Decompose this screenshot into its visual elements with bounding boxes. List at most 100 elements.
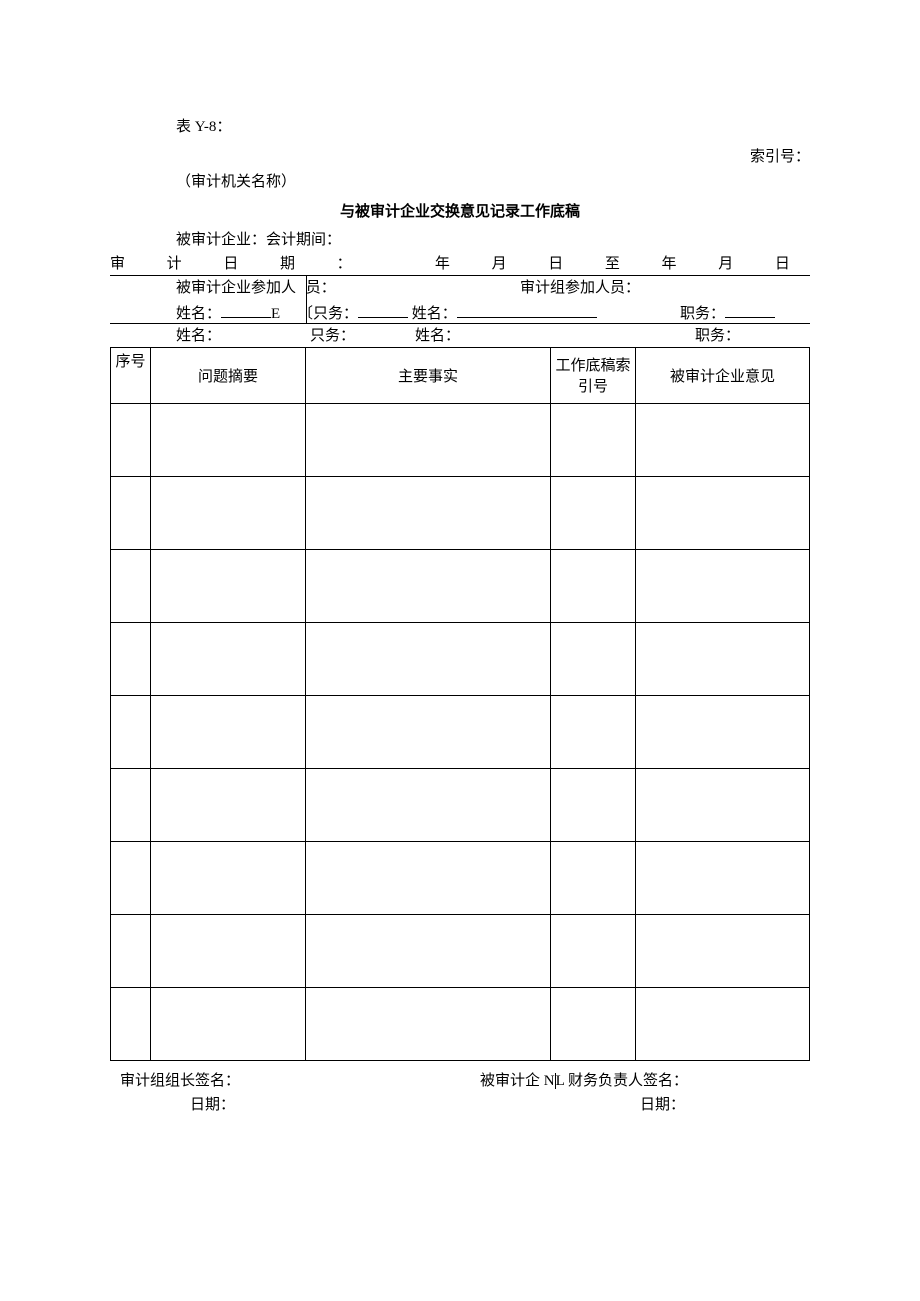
table-cell (111, 622, 151, 695)
table-cell (306, 841, 551, 914)
table-row (111, 695, 810, 768)
table-cell (151, 987, 306, 1060)
table-cell (306, 476, 551, 549)
table-cell (111, 987, 151, 1060)
table-cell (306, 622, 551, 695)
table-cell (551, 914, 636, 987)
audit-date-char: ： (337, 252, 352, 275)
duty-label: 只务： (310, 324, 355, 348)
name-label: 姓名： (415, 324, 460, 348)
audit-date-char: 至 (605, 252, 620, 275)
table-cell (111, 403, 151, 476)
table-cell (636, 841, 810, 914)
date-label-left: 日期： (190, 1093, 235, 1114)
meta-line-entity: 被审计企业：会计期间： (110, 228, 810, 252)
index-number-label: 索引号： (750, 145, 810, 166)
meta-block: 被审计企业：会计期间： 审 计 日 期 ： 年 月 日 至 年 月 日 被审计企… (110, 228, 810, 348)
audited-entity-label: 被审计企业： (176, 232, 266, 248)
table-row (111, 841, 810, 914)
table-cell (151, 476, 306, 549)
document-title: 与被审计企业交换意见记录工作底稿 (110, 200, 810, 221)
audit-team-participants-label: 审计组参加人员： (520, 276, 640, 300)
audit-date-char: 月 (718, 252, 733, 275)
audit-date-char: 月 (492, 252, 507, 275)
table-cell (151, 403, 306, 476)
table-cell (306, 403, 551, 476)
table-cell (636, 403, 810, 476)
table-cell (306, 987, 551, 1060)
audit-date-char: 年 (435, 252, 450, 275)
table-row (111, 768, 810, 841)
table-cell (636, 914, 810, 987)
table-cell (111, 914, 151, 987)
table-cell (151, 622, 306, 695)
col-entity-opinion: 被审计企业意见 (636, 348, 810, 403)
table-cell (151, 841, 306, 914)
name-blank (221, 300, 271, 318)
audit-date-char: 日 (775, 252, 790, 275)
table-row (111, 403, 810, 476)
duty-label-cn: 职务： (680, 306, 725, 322)
table-row (111, 622, 810, 695)
audit-date-char: 日 (223, 252, 238, 275)
audit-date-char: 日 (548, 252, 563, 275)
col-seq: 序号 (111, 348, 151, 403)
table-row (111, 914, 810, 987)
table-row (111, 476, 810, 549)
duty-label: 〔只务： (298, 306, 358, 322)
table-cell (551, 768, 636, 841)
audit-date-char: 审 (110, 252, 125, 275)
name-label: 姓名： (176, 328, 221, 344)
name-label: 姓名： (176, 306, 221, 322)
table-cell (551, 403, 636, 476)
table-cell (151, 695, 306, 768)
sig-right-a: 被审计企 N (480, 1073, 555, 1089)
date-label-right: 日期： (640, 1093, 685, 1114)
table-cell (111, 549, 151, 622)
table-cell (636, 476, 810, 549)
duty-label-cn: 职务： (695, 328, 740, 344)
duty-blank (358, 300, 408, 318)
form-code: 表 Y-8： (176, 115, 231, 136)
table-cell (551, 476, 636, 549)
table-cell (306, 549, 551, 622)
table-cell (636, 695, 810, 768)
table-cell (636, 768, 810, 841)
audit-date-char: 期 (280, 252, 295, 275)
col-main-facts: 主要事实 (306, 348, 551, 403)
table-cell (111, 476, 151, 549)
audit-date-char: 年 (662, 252, 677, 275)
entity-participants-suffix: 员： (306, 280, 336, 296)
footer: 审计组组长签名： 被审计企 NL 财务负责人签名： 日期： 日期： (110, 1069, 810, 1129)
table-cell (636, 549, 810, 622)
table-cell (306, 695, 551, 768)
table-cell (151, 768, 306, 841)
name-duty-line-1: 姓名：E 〔只务： 姓名： 职务： (110, 300, 810, 324)
table-cell (151, 549, 306, 622)
audit-date-char: 计 (167, 252, 182, 275)
col-workpaper-index: 工作底稿索引号 (551, 348, 636, 403)
name-duty-line-2: 姓名： 只务： 姓名： 职务： (110, 324, 810, 348)
table-cell (111, 768, 151, 841)
table-cell (551, 841, 636, 914)
table-cell (636, 987, 810, 1060)
table-cell (306, 914, 551, 987)
table-cell (151, 914, 306, 987)
table-cell (551, 622, 636, 695)
entity-participants-label: 被审计企业参加人 (176, 280, 296, 296)
table-cell (111, 695, 151, 768)
accounting-period-label: 会计期间： (266, 232, 341, 248)
audit-org-name: （审计机关名称） (176, 170, 296, 191)
table-cell (306, 768, 551, 841)
name-label: 姓名： (412, 306, 457, 322)
table-cell (551, 549, 636, 622)
sig-right-b: L 财务负责人签名： (556, 1073, 688, 1089)
table-cell (636, 622, 810, 695)
table-row (111, 987, 810, 1060)
table-cell (551, 695, 636, 768)
team-leader-signature-label: 审计组组长签名： (120, 1069, 240, 1090)
main-table: 序号 问题摘要 主要事实 工作底稿索引号 被审计企业意见 (110, 348, 810, 1061)
table-cell (551, 987, 636, 1060)
col-issue-summary: 问题摘要 (151, 348, 306, 403)
table-cell (111, 841, 151, 914)
